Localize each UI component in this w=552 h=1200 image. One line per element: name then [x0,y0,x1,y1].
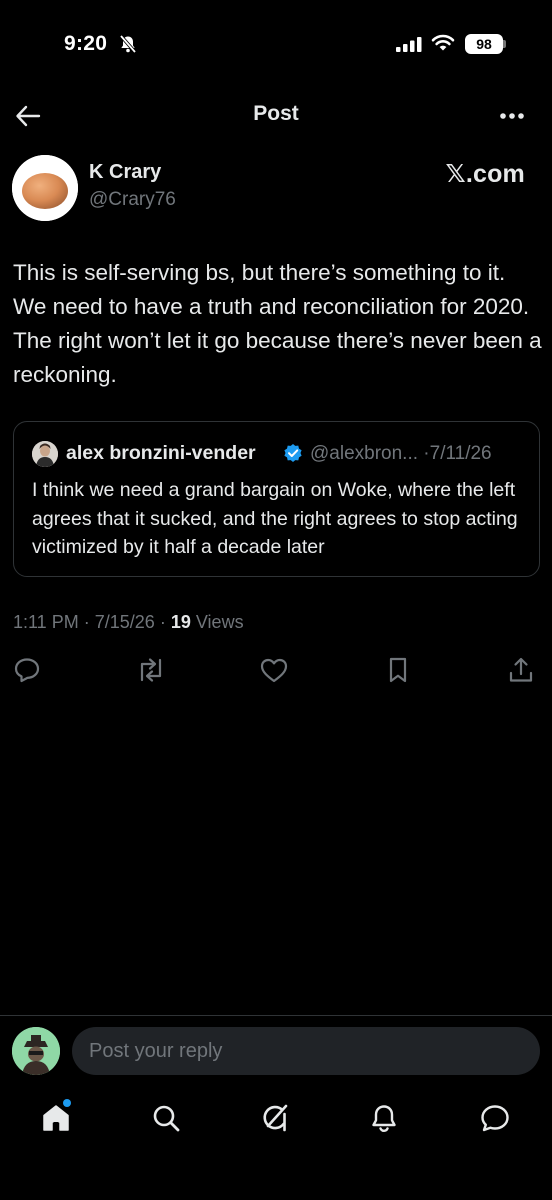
messages-icon [481,1105,509,1132]
more-options-button[interactable] [494,100,530,132]
bookmark-icon [389,657,407,683]
heart-icon [260,658,288,683]
views-label[interactable]: Views [196,612,244,632]
reply-input[interactable] [72,1027,540,1075]
meta-separator: · [159,612,166,632]
repost-button[interactable] [133,652,169,688]
battery-level: 98 [465,34,503,54]
meta-separator: · [83,612,90,632]
battery-icon [503,40,506,48]
post-time: 1:11 PM [13,612,79,632]
author-avatar[interactable] [12,155,78,221]
like-button[interactable] [256,652,292,688]
author-handle[interactable]: @Crary76 [89,189,176,211]
bookmark-button[interactable] [380,652,416,688]
source-label: 𝕏.com [445,160,525,188]
bottom-navigation [0,1090,552,1150]
post-date: 7/15/26 [94,612,155,632]
quoted-post-meta: @alexbron... ·7/11/26 [310,443,492,465]
bell-icon [372,1105,396,1133]
post-text: This is self-serving bs, but there’s som… [13,260,542,387]
post-meta: 1:11 PM · 7/15/26 · 19 Views [13,612,244,633]
quoted-author-avatar [32,441,58,467]
author-name[interactable]: K Crary [89,161,161,184]
verified-badge-icon [283,443,303,468]
signal-icon [396,37,422,57]
nav-notifications[interactable] [364,1098,404,1138]
quoted-author-name: alex bronzini-vender [66,442,256,464]
egg-avatar-image [12,155,78,221]
quoted-post[interactable]: alex bronzini-vender @alexbron... ·7/11/… [13,421,540,577]
divider [0,1015,552,1016]
post-actions [0,652,552,692]
quoted-author-handle: @alexbron... [310,443,419,464]
notification-dot [63,1099,71,1107]
nav-grok[interactable] [255,1098,295,1138]
home-icon [43,1105,69,1131]
status-bar: 9:20 98 [0,0,552,90]
repost-icon [140,658,162,682]
comment-icon [14,658,40,683]
nav-search[interactable] [146,1098,186,1138]
top-bar: Post [0,92,552,140]
reply-button[interactable] [9,652,45,688]
page-title: Post [253,102,299,125]
user-avatar[interactable] [12,1027,60,1075]
status-time: 9:20 [64,32,108,55]
more-horizontal-icon [500,113,524,119]
nav-messages[interactable] [475,1098,515,1138]
search-icon [153,1105,180,1132]
wifi-icon [431,34,455,57]
views-count[interactable]: 19 [171,612,191,632]
quoted-post-text: I think we need a grand bargain on Woke,… [32,479,518,558]
grok-icon [263,1104,288,1132]
share-button[interactable] [503,652,539,688]
quoted-post-date: 7/11/26 [429,443,492,464]
share-icon [509,657,533,682]
bell-off-icon [118,34,138,59]
